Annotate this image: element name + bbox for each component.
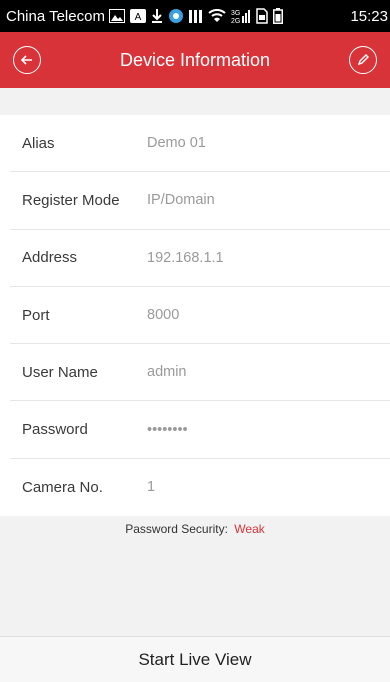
wifi-icon — [208, 9, 226, 23]
image-icon — [108, 9, 125, 23]
status-icons: A 3G 2G — [108, 8, 283, 24]
field-label: Register Mode — [22, 191, 120, 209]
status-time: 15:23 — [350, 7, 388, 25]
password-security-section: Password Security: Weak — [0, 516, 390, 636]
signal-bars-icon — [188, 9, 203, 23]
field-value: •••••••• — [147, 421, 188, 438]
a-icon: A — [129, 9, 146, 23]
page-title: Device Information — [119, 49, 271, 70]
battery-icon — [272, 8, 283, 24]
password-security-label: Password Security: — [125, 522, 228, 536]
browser-icon — [168, 8, 184, 24]
field-row-password: Password •••••••• — [10, 401, 390, 459]
field-label: Port — [22, 306, 50, 324]
svg-text:3G: 3G — [231, 10, 240, 17]
field-value: 8000 — [147, 307, 180, 324]
field-row-camera-no: Camera No. 1 — [10, 459, 390, 516]
download-icon — [151, 8, 163, 24]
svg-text:2G: 2G — [231, 18, 240, 24]
pencil-icon — [357, 54, 369, 66]
field-value: admin — [147, 364, 187, 381]
status-bar: China Telecom A 3G 2G 15:23 — [0, 0, 390, 32]
field-value: 1 — [147, 479, 156, 496]
field-row-address: Address 192.168.1.1 — [10, 230, 390, 287]
field-value: Demo 01 — [147, 135, 206, 152]
field-label: User Name — [22, 363, 98, 381]
field-value: IP/Domain — [147, 192, 215, 209]
edit-button[interactable] — [349, 46, 377, 74]
svg-text:A: A — [135, 12, 142, 23]
start-live-view-button[interactable]: Start Live View — [0, 636, 390, 682]
password-security-line: Password Security: Weak — [125, 522, 265, 536]
carrier-name: China Telecom — [6, 7, 105, 25]
back-button[interactable] — [13, 46, 41, 74]
back-arrow-icon — [20, 55, 32, 65]
device-info-list: Alias Demo 01 Register Mode IP/Domain Ad… — [0, 115, 390, 517]
field-row-register-mode: Register Mode IP/Domain — [10, 172, 390, 230]
header-spacer — [0, 88, 390, 115]
title-bar: Device Information — [0, 32, 390, 88]
field-value: 192.168.1.1 — [147, 249, 224, 266]
field-row-port: Port 8000 — [10, 287, 390, 345]
field-label: Alias — [22, 134, 55, 152]
field-label: Password — [22, 421, 88, 439]
field-label: Camera No. — [22, 478, 103, 496]
field-row-user-name: User Name admin — [10, 344, 390, 402]
field-label: Address — [22, 249, 78, 267]
password-security-level: Weak — [234, 522, 265, 536]
network-3g-2g-icon: 3G 2G — [231, 8, 251, 24]
sim-icon — [256, 8, 268, 24]
field-row-alias: Alias Demo 01 — [10, 115, 390, 173]
